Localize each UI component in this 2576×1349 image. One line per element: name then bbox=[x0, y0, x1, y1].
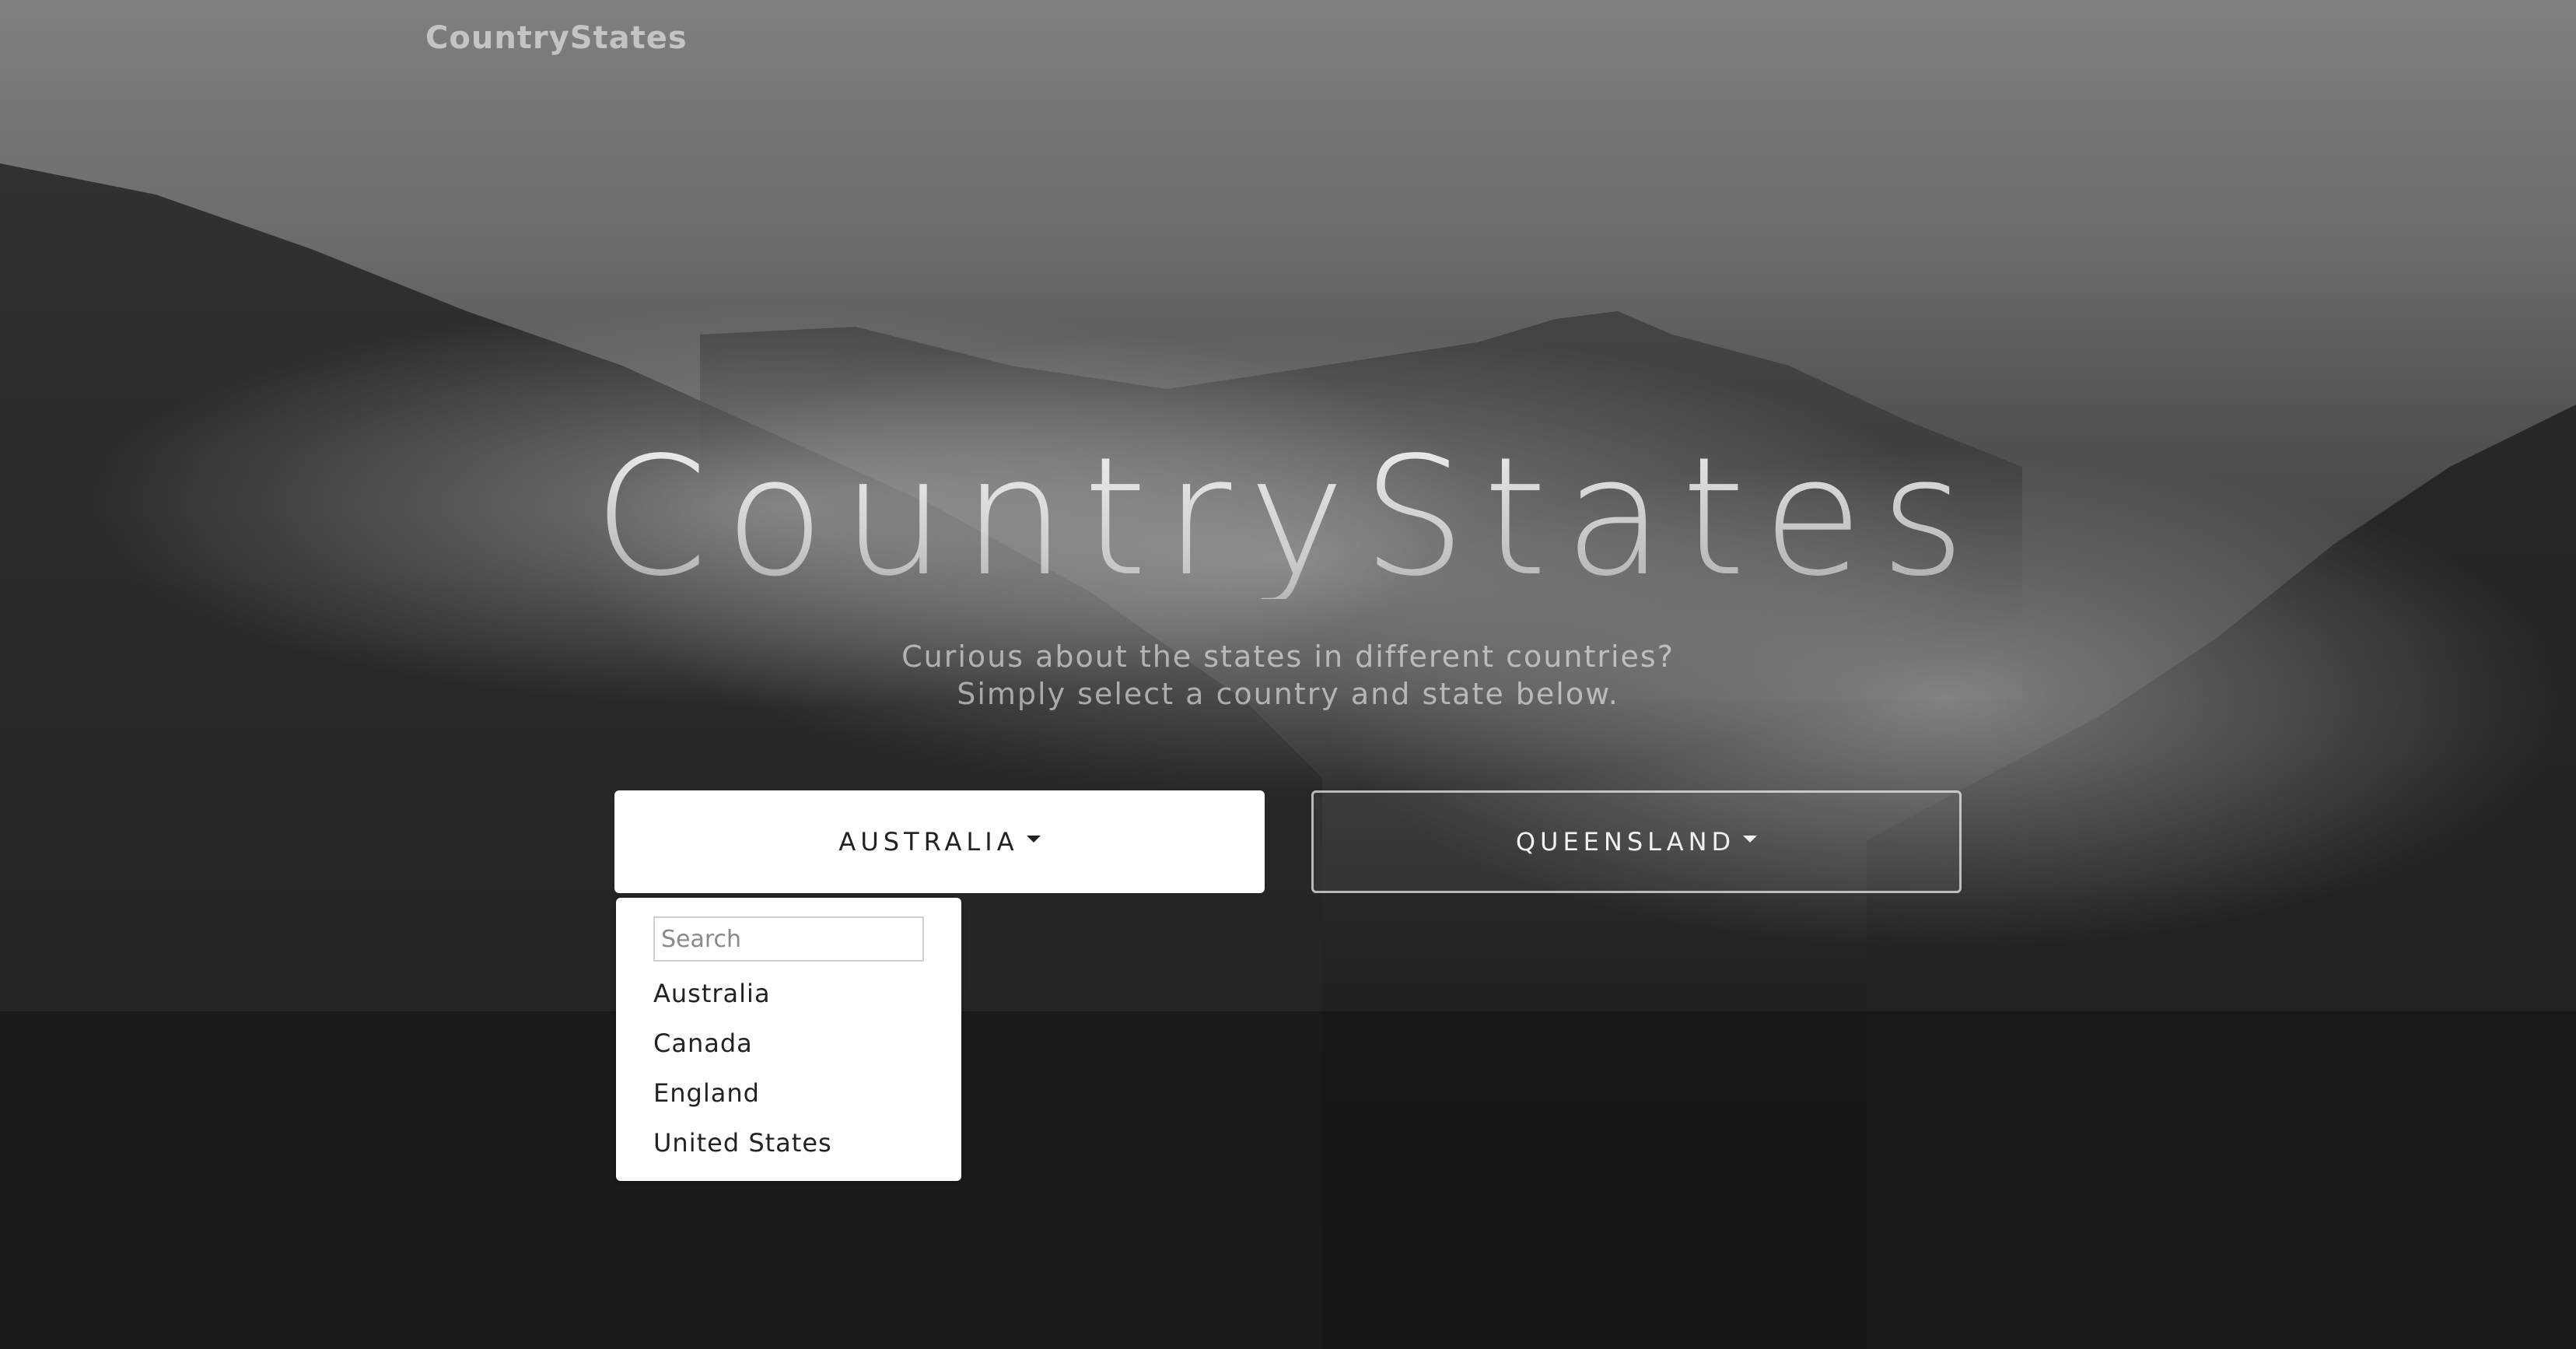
state-dropdown-label: QUEENSLAND bbox=[1515, 827, 1736, 857]
caret-down-icon bbox=[1026, 835, 1041, 843]
country-option-canada[interactable]: Canada bbox=[653, 1028, 753, 1058]
country-search-input[interactable] bbox=[653, 916, 924, 962]
hero-subtitle: Curious about the states in different co… bbox=[0, 638, 2576, 713]
navbar-brand[interactable]: CountryStates bbox=[425, 20, 688, 56]
hero-subtitle-line-2: Simply select a country and state below. bbox=[957, 677, 1619, 711]
country-option-australia[interactable]: Australia bbox=[653, 979, 771, 1008]
country-dropdown-button[interactable]: AUSTRALIA bbox=[614, 790, 1265, 893]
country-dropdown-menu: Australia Canada England United States bbox=[616, 898, 961, 1181]
caret-down-icon bbox=[1743, 835, 1758, 843]
page: CountryStates CountryStates Curious abou… bbox=[0, 0, 2576, 1349]
hero-subtitle-line-1: Curious about the states in different co… bbox=[901, 639, 1675, 674]
country-option-united-states[interactable]: United States bbox=[653, 1128, 832, 1158]
state-dropdown-button[interactable]: QUEENSLAND bbox=[1311, 790, 1962, 893]
country-dropdown-label: AUSTRALIA bbox=[838, 827, 1019, 857]
hero-title: CountryStates bbox=[0, 436, 2576, 599]
country-option-england[interactable]: England bbox=[653, 1078, 760, 1108]
